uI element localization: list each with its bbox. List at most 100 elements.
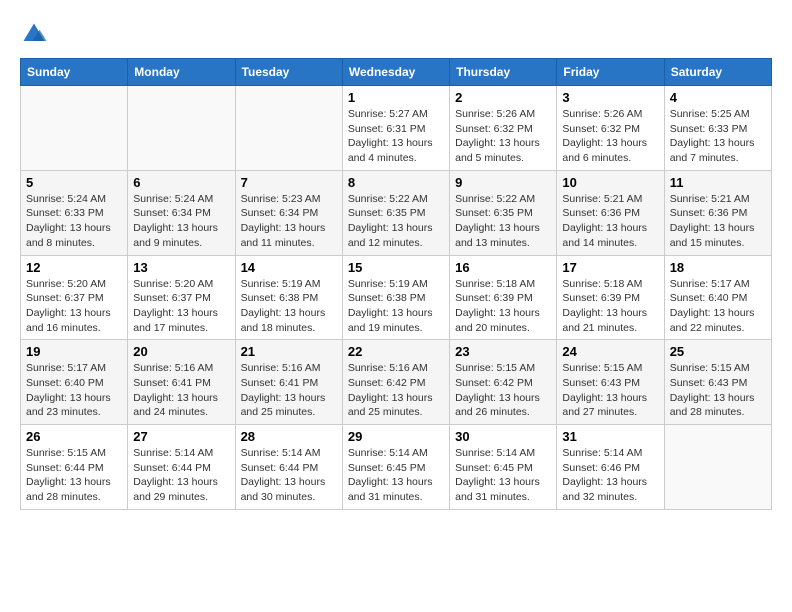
day-number: 15 (348, 260, 444, 275)
calendar-cell: 16 Sunrise: 5:18 AMSunset: 6:39 PMDaylig… (450, 255, 557, 340)
day-info: Sunrise: 5:14 AMSunset: 6:44 PMDaylight:… (241, 446, 337, 505)
day-info: Sunrise: 5:14 AMSunset: 6:44 PMDaylight:… (133, 446, 229, 505)
calendar-cell: 1 Sunrise: 5:27 AMSunset: 6:31 PMDayligh… (342, 86, 449, 171)
day-number: 29 (348, 429, 444, 444)
day-number: 27 (133, 429, 229, 444)
day-info: Sunrise: 5:16 AMSunset: 6:41 PMDaylight:… (241, 361, 337, 420)
day-info: Sunrise: 5:20 AMSunset: 6:37 PMDaylight:… (133, 277, 229, 336)
calendar-table: SundayMondayTuesdayWednesdayThursdayFrid… (20, 58, 772, 510)
day-number: 23 (455, 344, 551, 359)
day-info: Sunrise: 5:22 AMSunset: 6:35 PMDaylight:… (455, 192, 551, 251)
day-header-thursday: Thursday (450, 59, 557, 86)
day-number: 12 (26, 260, 122, 275)
day-header-friday: Friday (557, 59, 664, 86)
day-number: 24 (562, 344, 658, 359)
day-info: Sunrise: 5:15 AMSunset: 6:44 PMDaylight:… (26, 446, 122, 505)
calendar-cell: 20 Sunrise: 5:16 AMSunset: 6:41 PMDaylig… (128, 340, 235, 425)
calendar-cell: 12 Sunrise: 5:20 AMSunset: 6:37 PMDaylig… (21, 255, 128, 340)
day-number: 5 (26, 175, 122, 190)
day-info: Sunrise: 5:20 AMSunset: 6:37 PMDaylight:… (26, 277, 122, 336)
day-info: Sunrise: 5:18 AMSunset: 6:39 PMDaylight:… (455, 277, 551, 336)
day-number: 30 (455, 429, 551, 444)
logo-icon (20, 20, 48, 48)
day-number: 28 (241, 429, 337, 444)
day-info: Sunrise: 5:15 AMSunset: 6:43 PMDaylight:… (562, 361, 658, 420)
day-number: 20 (133, 344, 229, 359)
day-number: 31 (562, 429, 658, 444)
day-info: Sunrise: 5:27 AMSunset: 6:31 PMDaylight:… (348, 107, 444, 166)
week-row-4: 19 Sunrise: 5:17 AMSunset: 6:40 PMDaylig… (21, 340, 772, 425)
calendar-cell: 13 Sunrise: 5:20 AMSunset: 6:37 PMDaylig… (128, 255, 235, 340)
day-number: 2 (455, 90, 551, 105)
day-number: 25 (670, 344, 766, 359)
day-header-saturday: Saturday (664, 59, 771, 86)
day-info: Sunrise: 5:24 AMSunset: 6:34 PMDaylight:… (133, 192, 229, 251)
day-header-wednesday: Wednesday (342, 59, 449, 86)
calendar-cell: 24 Sunrise: 5:15 AMSunset: 6:43 PMDaylig… (557, 340, 664, 425)
calendar-cell: 5 Sunrise: 5:24 AMSunset: 6:33 PMDayligh… (21, 170, 128, 255)
day-number: 26 (26, 429, 122, 444)
day-header-sunday: Sunday (21, 59, 128, 86)
calendar-cell: 11 Sunrise: 5:21 AMSunset: 6:36 PMDaylig… (664, 170, 771, 255)
calendar-cell: 2 Sunrise: 5:26 AMSunset: 6:32 PMDayligh… (450, 86, 557, 171)
day-info: Sunrise: 5:24 AMSunset: 6:33 PMDaylight:… (26, 192, 122, 251)
day-info: Sunrise: 5:19 AMSunset: 6:38 PMDaylight:… (348, 277, 444, 336)
day-number: 3 (562, 90, 658, 105)
calendar-cell: 26 Sunrise: 5:15 AMSunset: 6:44 PMDaylig… (21, 425, 128, 510)
day-info: Sunrise: 5:26 AMSunset: 6:32 PMDaylight:… (455, 107, 551, 166)
calendar-cell: 8 Sunrise: 5:22 AMSunset: 6:35 PMDayligh… (342, 170, 449, 255)
calendar-cell: 3 Sunrise: 5:26 AMSunset: 6:32 PMDayligh… (557, 86, 664, 171)
day-number: 10 (562, 175, 658, 190)
day-number: 6 (133, 175, 229, 190)
calendar-cell: 4 Sunrise: 5:25 AMSunset: 6:33 PMDayligh… (664, 86, 771, 171)
day-number: 1 (348, 90, 444, 105)
day-info: Sunrise: 5:16 AMSunset: 6:41 PMDaylight:… (133, 361, 229, 420)
day-number: 11 (670, 175, 766, 190)
day-info: Sunrise: 5:16 AMSunset: 6:42 PMDaylight:… (348, 361, 444, 420)
day-info: Sunrise: 5:23 AMSunset: 6:34 PMDaylight:… (241, 192, 337, 251)
day-number: 14 (241, 260, 337, 275)
day-info: Sunrise: 5:15 AMSunset: 6:43 PMDaylight:… (670, 361, 766, 420)
day-number: 8 (348, 175, 444, 190)
calendar-cell: 27 Sunrise: 5:14 AMSunset: 6:44 PMDaylig… (128, 425, 235, 510)
calendar-cell: 31 Sunrise: 5:14 AMSunset: 6:46 PMDaylig… (557, 425, 664, 510)
calendar-cell: 28 Sunrise: 5:14 AMSunset: 6:44 PMDaylig… (235, 425, 342, 510)
calendar-cell: 30 Sunrise: 5:14 AMSunset: 6:45 PMDaylig… (450, 425, 557, 510)
week-row-1: 1 Sunrise: 5:27 AMSunset: 6:31 PMDayligh… (21, 86, 772, 171)
day-info: Sunrise: 5:19 AMSunset: 6:38 PMDaylight:… (241, 277, 337, 336)
day-number: 21 (241, 344, 337, 359)
day-number: 18 (670, 260, 766, 275)
day-number: 19 (26, 344, 122, 359)
day-number: 13 (133, 260, 229, 275)
day-number: 22 (348, 344, 444, 359)
calendar-cell (21, 86, 128, 171)
calendar-cell: 18 Sunrise: 5:17 AMSunset: 6:40 PMDaylig… (664, 255, 771, 340)
day-info: Sunrise: 5:14 AMSunset: 6:45 PMDaylight:… (455, 446, 551, 505)
day-info: Sunrise: 5:15 AMSunset: 6:42 PMDaylight:… (455, 361, 551, 420)
day-info: Sunrise: 5:17 AMSunset: 6:40 PMDaylight:… (26, 361, 122, 420)
day-info: Sunrise: 5:21 AMSunset: 6:36 PMDaylight:… (562, 192, 658, 251)
header-area (20, 20, 772, 48)
day-info: Sunrise: 5:22 AMSunset: 6:35 PMDaylight:… (348, 192, 444, 251)
calendar-cell: 6 Sunrise: 5:24 AMSunset: 6:34 PMDayligh… (128, 170, 235, 255)
day-info: Sunrise: 5:21 AMSunset: 6:36 PMDaylight:… (670, 192, 766, 251)
calendar-cell (664, 425, 771, 510)
calendar-cell: 9 Sunrise: 5:22 AMSunset: 6:35 PMDayligh… (450, 170, 557, 255)
calendar-cell (235, 86, 342, 171)
day-info: Sunrise: 5:14 AMSunset: 6:45 PMDaylight:… (348, 446, 444, 505)
day-number: 16 (455, 260, 551, 275)
day-number: 17 (562, 260, 658, 275)
calendar-cell: 15 Sunrise: 5:19 AMSunset: 6:38 PMDaylig… (342, 255, 449, 340)
day-number: 7 (241, 175, 337, 190)
week-row-5: 26 Sunrise: 5:15 AMSunset: 6:44 PMDaylig… (21, 425, 772, 510)
calendar-cell: 22 Sunrise: 5:16 AMSunset: 6:42 PMDaylig… (342, 340, 449, 425)
week-row-2: 5 Sunrise: 5:24 AMSunset: 6:33 PMDayligh… (21, 170, 772, 255)
calendar-cell: 25 Sunrise: 5:15 AMSunset: 6:43 PMDaylig… (664, 340, 771, 425)
calendar-cell: 17 Sunrise: 5:18 AMSunset: 6:39 PMDaylig… (557, 255, 664, 340)
logo (20, 20, 52, 48)
day-info: Sunrise: 5:25 AMSunset: 6:33 PMDaylight:… (670, 107, 766, 166)
day-info: Sunrise: 5:18 AMSunset: 6:39 PMDaylight:… (562, 277, 658, 336)
calendar-cell (128, 86, 235, 171)
day-header-tuesday: Tuesday (235, 59, 342, 86)
calendar-cell: 7 Sunrise: 5:23 AMSunset: 6:34 PMDayligh… (235, 170, 342, 255)
